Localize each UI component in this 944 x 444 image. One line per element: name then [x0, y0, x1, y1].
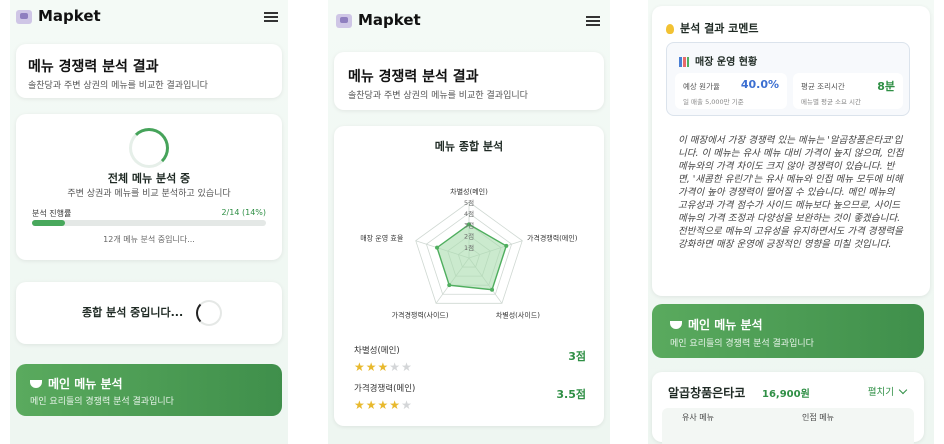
bar-chart-icon — [679, 57, 689, 67]
progress-bar-fill — [32, 220, 65, 226]
radar-axis-label: 가격경쟁력(메인) — [527, 234, 578, 243]
result-header-card: 메뉴 경쟁력 분석 결과 솔찬당과 주변 상권의 메뉴를 비교한 결과입니다 — [334, 52, 604, 110]
progress-status: 12개 메뉴 분석 중입니다... — [103, 235, 195, 244]
radar-data-point — [490, 287, 495, 292]
radar-axis-label: 매장 운영 효율 — [360, 234, 404, 243]
comment-screen: 분석 결과 코멘트 매장 운영 현황 예상 원가율 40.0% 일 매출 5,0… — [648, 0, 934, 444]
main-menu-subtitle: 메인 요리들의 경쟁력 분석 결과입니다 — [670, 339, 814, 349]
star-icon: ★ — [377, 398, 390, 412]
time-value: 8분 — [877, 80, 895, 93]
main-menu-analysis-card[interactable]: 메인 메뉴 분석 메인 요리들의 경쟁력 분석 결과입니다 — [16, 364, 282, 416]
menu-item-card: 알곱창품은타코 16,900원 펼치기 유사 메뉴 인접 메뉴 — [652, 372, 924, 444]
lightbulb-icon — [666, 24, 674, 34]
radar-scale-label: 5점 — [464, 199, 474, 207]
radar-data-point — [435, 245, 440, 250]
star-icon: ★ — [389, 398, 402, 412]
logo-icon — [336, 14, 352, 28]
page-subtitle: 솔찬당과 주변 상권의 메뉴를 비교한 결과입니다 — [28, 81, 208, 91]
score-value: 3.5점 — [556, 388, 586, 401]
time-note: 메뉴별 평균 소요 시간 — [801, 98, 862, 106]
cost-rate-stat: 예상 원가율 40.0% 일 매출 5,000만 기준 — [675, 73, 787, 109]
radar-chart: 5점 4점 3점 2점 1점 차별성(메인) 가격경쟁력(메인) 차별성(사이드) 가격경쟁력(… — [360, 187, 578, 319]
star-icon: ★ — [401, 360, 413, 374]
menu-item-price: 16,900원 — [762, 389, 810, 400]
app-header: Mapket — [328, 0, 610, 38]
radar-data-point — [504, 243, 509, 248]
radar-scale-label: 3점 — [464, 221, 474, 229]
radar-axis-label: 차별성(메인) — [450, 187, 488, 196]
chevron-down-icon — [898, 385, 908, 395]
hamburger-menu-icon[interactable] — [264, 12, 278, 22]
star-icon: ★ — [365, 360, 378, 374]
col-similar-menu: 유사 메뉴 — [682, 413, 714, 422]
brand-name: Mapket — [358, 11, 421, 29]
radar-title: 메뉴 종합 분석 — [434, 140, 504, 153]
star-icon: ★ — [365, 398, 378, 412]
analysis-progress-card: 전체 메뉴 분석 중 주변 상권과 메뉴를 비교 분석하고 있습니다 분석 진행… — [16, 114, 282, 260]
hamburger-menu-icon[interactable] — [586, 16, 600, 26]
comment-text: 이 매장에서 가장 경쟁력 있는 메뉴는 '알곱창품은타코'입니다. 이 메뉴는… — [678, 135, 904, 250]
star-icon: ★ — [354, 398, 366, 412]
radar-scale-label: 1점 — [464, 244, 474, 252]
star-icon: ★ — [354, 360, 366, 374]
radar-scale-label: 2점 — [464, 233, 474, 241]
cook-time-stat: 평균 조리시간 8분 메뉴별 평균 소요 시간 — [793, 73, 903, 109]
brand-name: Mapket — [38, 7, 101, 25]
overall-analysis-label: 종합 분석 중입니다... — [82, 306, 184, 319]
star-icon: ★ — [377, 360, 390, 374]
radar-axis-label: 차별성(사이드) — [496, 310, 540, 319]
star-icon: ★ — [389, 360, 402, 374]
cost-note: 일 매출 5,000만 기준 — [683, 98, 744, 106]
progress-text: 2/14 (14%) — [221, 208, 266, 217]
radar-card: 메뉴 종합 분석 5점 4점 3점 2점 1점 차별성(메인) 가격경쟁력(메인) 차별성(사… — [334, 126, 604, 426]
page-title: 메뉴 경쟁력 분석 결과 — [28, 59, 159, 75]
radar-data-point — [447, 283, 452, 288]
score-label: 차별성(메인) — [354, 346, 400, 356]
page-subtitle: 솔찬당과 주변 상권의 메뉴를 비교한 결과입니다 — [348, 91, 528, 101]
radar-scale-label: 4점 — [464, 210, 474, 218]
cost-label: 예상 원가율 — [683, 82, 720, 91]
main-menu-subtitle: 메인 요리들의 경쟁력 분석 결과입니다 — [30, 397, 174, 407]
score-value: 3점 — [568, 350, 586, 363]
bowl-icon — [30, 379, 42, 388]
main-menu-analysis-card[interactable]: 메인 메뉴 분석 메인 요리들의 경쟁력 분석 결과입니다 — [652, 304, 924, 358]
radar-screen: Mapket 메뉴 경쟁력 분석 결과 솔찬당과 주변 상권의 메뉴를 비교한 … — [328, 0, 610, 444]
logo-icon — [16, 10, 32, 24]
overall-analysis-card: 종합 분석 중입니다... — [16, 282, 282, 344]
main-menu-title: 메인 메뉴 분석 — [30, 375, 123, 392]
page-title: 메뉴 경쟁력 분석 결과 — [348, 69, 479, 85]
time-label: 평균 조리시간 — [801, 82, 845, 91]
progress-label: 분석 진행률 — [32, 209, 72, 218]
compare-table: 유사 메뉴 인접 메뉴 — [662, 408, 914, 444]
star-icon: ★ — [401, 398, 413, 412]
progress-bar — [32, 220, 266, 226]
bowl-icon — [670, 320, 682, 329]
app-header: Mapket — [10, 0, 288, 38]
ops-title: 매장 운영 현황 — [679, 53, 757, 68]
star-rating: ★★★★★ — [354, 356, 413, 375]
expand-toggle[interactable]: 펼치기 — [868, 384, 908, 398]
star-rating: ★★★★★ — [354, 394, 413, 413]
score-label: 가격경쟁력(메인) — [354, 384, 416, 394]
main-menu-title: 메인 메뉴 분석 — [670, 316, 763, 333]
radar-axis-label: 가격경쟁력(사이드) — [392, 310, 449, 319]
comment-title: 분석 결과 코멘트 — [666, 20, 759, 36]
cost-value: 40.0% — [740, 78, 779, 91]
overall-spinner — [196, 300, 222, 326]
loading-screen: Mapket 메뉴 경쟁력 분석 결과 솔찬당과 주변 상권의 메뉴를 비교한 … — [10, 0, 288, 444]
loading-spinner — [129, 128, 169, 168]
loading-title: 전체 메뉴 분석 중 — [107, 172, 191, 185]
comment-card: 분석 결과 코멘트 매장 운영 현황 예상 원가율 40.0% 일 매출 5,0… — [652, 6, 930, 296]
col-adjacent-menu: 인접 메뉴 — [802, 413, 834, 422]
menu-item-name: 알곱창품은타코 — [668, 386, 746, 400]
result-header-card: 메뉴 경쟁력 분석 결과 솔찬당과 주변 상권의 메뉴를 비교한 결과입니다 — [16, 44, 282, 98]
ops-status-box: 매장 운영 현황 예상 원가율 40.0% 일 매출 5,000만 기준 평균 … — [666, 42, 910, 116]
loading-subtitle: 주변 상권과 메뉴를 비교 분석하고 있습니다 — [67, 189, 231, 199]
